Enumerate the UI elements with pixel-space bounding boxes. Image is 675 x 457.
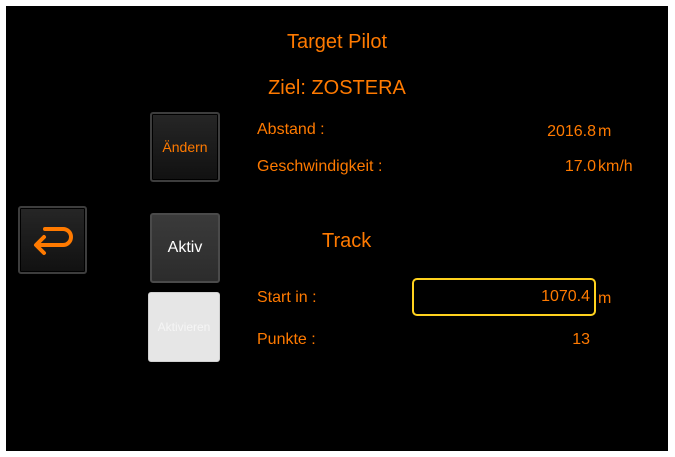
- distance-unit: m: [598, 123, 612, 140]
- start-label: Start in :: [257, 289, 317, 306]
- activate-button[interactable]: Aktivieren: [148, 292, 220, 362]
- target-name: Ziel: ZOSTERA: [268, 77, 406, 99]
- distance-label: Abstand :: [257, 121, 325, 138]
- speed-label: Geschwindigkeit :: [257, 158, 383, 175]
- back-button[interactable]: [18, 206, 87, 274]
- speed-unit: km/h: [598, 158, 633, 175]
- active-label: Aktiv: [167, 239, 203, 256]
- start-unit: m: [598, 290, 612, 307]
- track-heading: Track: [322, 230, 372, 252]
- distance-value: 2016.8: [547, 123, 596, 140]
- speed-value: 17.0: [564, 158, 596, 175]
- start-distance-input[interactable]: 1070.4: [412, 278, 596, 316]
- active-button[interactable]: Aktiv: [150, 213, 220, 283]
- return-arrow-icon: [33, 227, 73, 255]
- points-label: Punkte :: [257, 331, 316, 348]
- points-value: 13: [572, 331, 590, 348]
- change-target-button[interactable]: Ändern: [150, 112, 220, 182]
- page-title: Target Pilot: [286, 31, 388, 53]
- change-target-label: Ändern: [162, 139, 208, 155]
- screen: Target Pilot Ziel: ZOSTERA Ändern Abstan…: [6, 6, 668, 451]
- activate-label: Aktivieren: [157, 320, 211, 334]
